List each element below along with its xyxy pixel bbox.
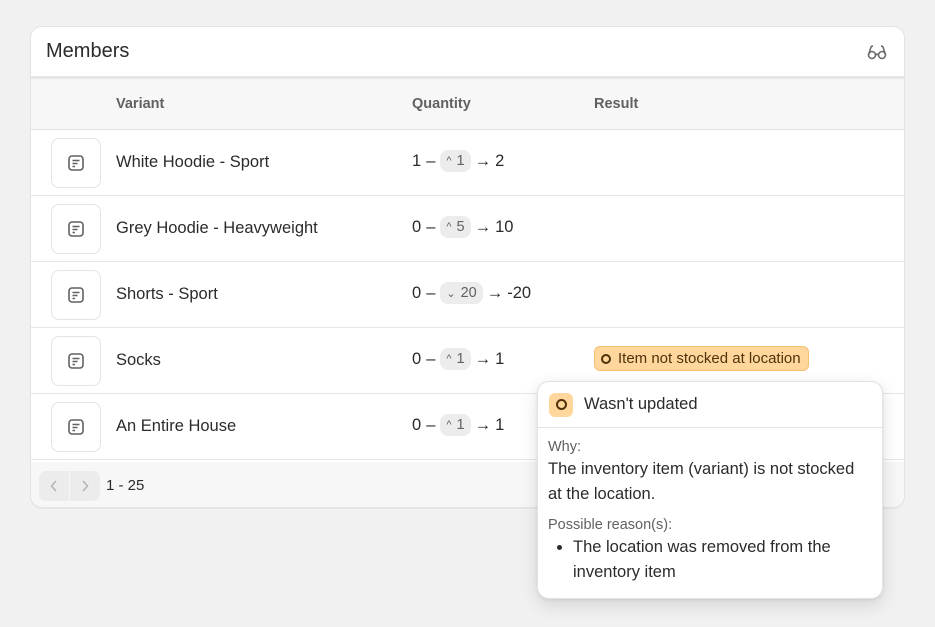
pagination-controls (39, 470, 100, 501)
warning-ring-icon (601, 353, 611, 364)
card-header: Members (31, 27, 904, 79)
chevron-left-icon (50, 479, 57, 492)
variant-name: White Hoodie - Sport (116, 153, 270, 171)
warning-icon (549, 392, 573, 417)
variant-name: Grey Hoodie - Heavyweight (116, 219, 318, 237)
quantity-delta: 20 (460, 285, 477, 301)
quantity-to: 1 (495, 349, 505, 368)
note-icon (68, 221, 84, 237)
table-row[interactable]: Grey Hoodie - Heavyweight 0 – ^ 5 → 10 (31, 196, 904, 262)
quantity-change: 0 – ^ 1 → 1 (412, 348, 504, 370)
popover-header: Wasn't updated (538, 382, 882, 428)
quantity-delta-chip: ^ 5 (440, 216, 471, 238)
caret-up-icon: ^ (446, 419, 452, 431)
product-thumbnail (51, 336, 101, 386)
table-row[interactable]: Shorts - Sport 0 – ⌄ 20 → -20 (31, 262, 904, 328)
variant-name: Socks (116, 351, 161, 369)
quantity-to: 10 (495, 217, 514, 236)
caret-up-icon: ^ (446, 155, 452, 167)
arrow-right-icon: → (474, 151, 492, 170)
quantity-change: 0 – ^ 1 → 1 (412, 414, 504, 436)
quantity-from: 0 (412, 217, 422, 236)
quantity-from: 0 (412, 415, 422, 434)
quantity-dash: – (426, 349, 436, 368)
quantity-delta-chip: ⌄ 20 (440, 282, 483, 304)
arrow-right-icon: → (486, 283, 504, 302)
quantity-to: 1 (495, 415, 505, 434)
product-thumbnail (51, 270, 101, 320)
warning-status-badge[interactable]: Item not stocked at location (594, 346, 809, 371)
next-page-button[interactable] (70, 470, 100, 501)
quantity-delta: 1 (456, 351, 465, 367)
chevron-right-icon (82, 479, 89, 492)
quantity-change: 0 – ⌄ 20 → -20 (412, 282, 531, 304)
glasses-icon[interactable] (866, 41, 888, 63)
list-item: The location was removed from the invent… (573, 535, 872, 585)
pagination-range: 1 - 25 (106, 477, 145, 494)
variant-name: Shorts - Sport (116, 285, 218, 303)
caret-up-icon: ^ (446, 353, 452, 365)
quantity-delta-chip: ^ 1 (440, 348, 471, 370)
column-header-quantity: Quantity (412, 95, 471, 112)
quantity-from: 0 (412, 349, 422, 368)
quantity-delta: 1 (456, 153, 465, 169)
table-row[interactable]: White Hoodie - Sport 1 – ^ 1 → 2 (31, 130, 904, 196)
column-header-variant: Variant (116, 95, 165, 112)
column-header-result: Result (594, 95, 639, 112)
card-title: Members (46, 40, 130, 62)
quantity-to: 2 (495, 151, 505, 170)
quantity-dash: – (426, 217, 436, 236)
note-icon (68, 155, 84, 171)
reasons-label: Possible reason(s): (548, 517, 673, 533)
result-popover: Wasn't updated Why: The inventory item (… (537, 381, 883, 599)
previous-page-button[interactable] (39, 470, 69, 501)
quantity-change: 0 – ^ 5 → 10 (412, 216, 513, 238)
quantity-dash: – (426, 283, 436, 302)
popover-body: Why: The inventory item (variant) is not… (538, 428, 882, 585)
quantity-to: -20 (507, 283, 532, 302)
quantity-delta: 1 (456, 417, 465, 433)
caret-down-icon: ⌄ (446, 287, 456, 300)
quantity-from: 0 (412, 283, 422, 302)
quantity-delta: 5 (456, 219, 465, 235)
quantity-delta-chip: ^ 1 (440, 414, 471, 436)
why-label: Why: (548, 439, 582, 455)
product-thumbnail (51, 204, 101, 254)
product-thumbnail (51, 138, 101, 188)
table-header: Variant Quantity Result (31, 79, 904, 130)
note-icon (68, 419, 84, 435)
arrow-right-icon: → (474, 349, 492, 368)
quantity-dash: – (426, 415, 436, 434)
reasons-list: The location was removed from the invent… (548, 535, 872, 585)
quantity-delta-chip: ^ 1 (440, 150, 471, 172)
quantity-from: 1 (412, 151, 422, 170)
product-thumbnail (51, 402, 101, 452)
why-text: The inventory item (variant) is not stoc… (548, 460, 855, 503)
caret-up-icon: ^ (446, 221, 452, 233)
popover-title: Wasn't updated (584, 395, 698, 413)
note-icon (68, 353, 84, 369)
quantity-change: 1 – ^ 1 → 2 (412, 150, 504, 172)
variant-name: An Entire House (116, 417, 237, 435)
quantity-dash: – (426, 151, 436, 170)
arrow-right-icon: → (474, 415, 492, 434)
arrow-right-icon: → (474, 217, 492, 236)
note-icon (68, 287, 84, 303)
status-badge-label: Item not stocked at location (618, 350, 801, 367)
